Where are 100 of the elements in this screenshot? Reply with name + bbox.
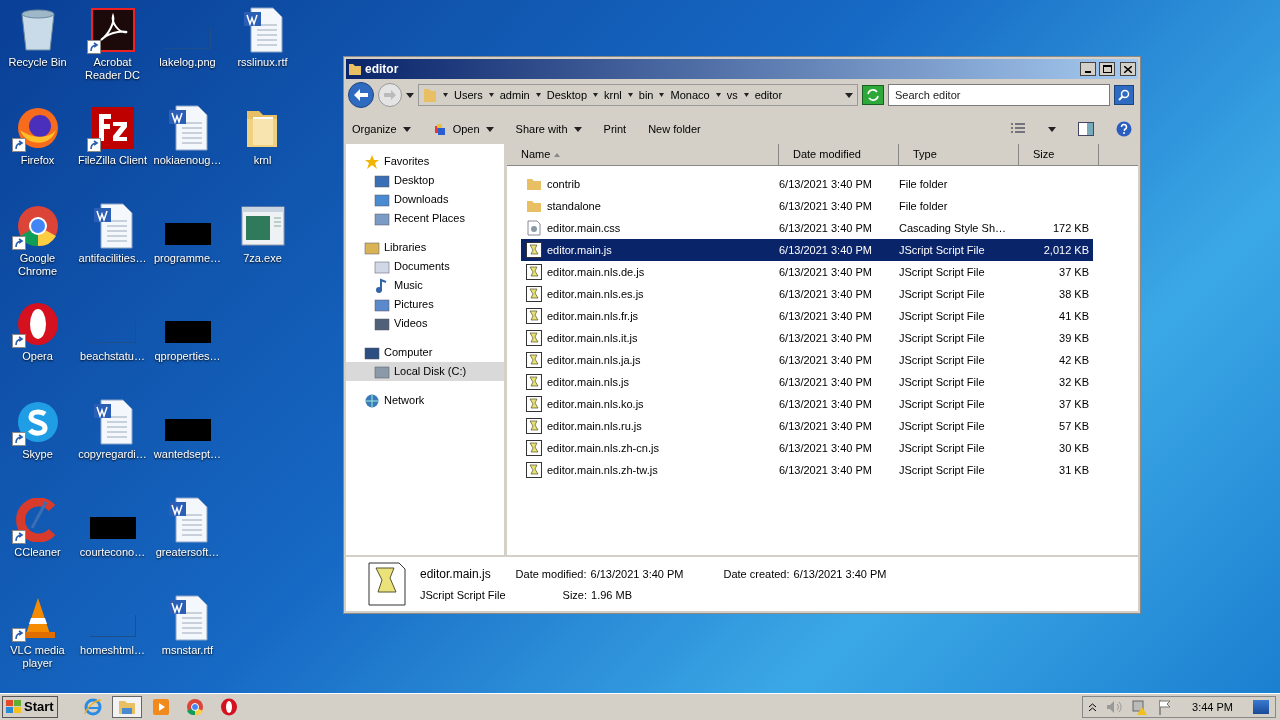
back-button[interactable]	[348, 82, 374, 108]
file-row[interactable]: editor.main.js 6/13/2021 3:40 PM JScript Script File 2,012 KB	[521, 239, 1093, 261]
breadcrumb-segment[interactable]: Desktop	[546, 86, 588, 104]
file-row[interactable]: editor.main.nls.de.js 6/13/2021 3:40 PM JScript Script File 37 KB	[521, 261, 1093, 283]
nav-item[interactable]: Desktop	[346, 171, 504, 190]
file-row[interactable]: editor.main.nls.zh-cn.js 6/13/2021 3:40 PM JScript Script File 30 KB	[521, 437, 1093, 459]
maximize-button[interactable]	[1099, 62, 1115, 76]
filezilla-logo-icon	[90, 106, 135, 150]
shortcut-arrow-icon	[11, 236, 26, 250]
maximize-icon	[1102, 65, 1112, 73]
file-row[interactable]: editor.main.nls.es.js 6/13/2021 3:40 PM JScript Script File 38 KB	[521, 283, 1093, 305]
nav-item[interactable]: Videos	[346, 314, 504, 333]
help-icon[interactable]	[1116, 121, 1132, 137]
nav-item[interactable]: Recent Places	[346, 209, 504, 228]
toolbar-button[interactable]: Open	[432, 120, 494, 138]
thumbnail-frame	[89, 615, 136, 637]
file-row[interactable]: standalone 6/13/2021 3:40 PM File folder	[521, 195, 1093, 217]
chevron-icon	[535, 93, 541, 97]
clock[interactable]: 3:44 PM	[1182, 698, 1243, 716]
breadcrumb-segment[interactable]: Users	[454, 86, 483, 104]
search-icon	[1118, 89, 1130, 101]
file-date: 6/13/2021 3:40 PM	[779, 330, 873, 346]
minimize-button[interactable]	[1080, 62, 1096, 76]
file-date: 6/13/2021 3:40 PM	[779, 308, 873, 324]
column-header[interactable]: Name	[507, 144, 779, 166]
nav-item[interactable]: Computer	[346, 343, 504, 362]
script-scroll-icon	[526, 286, 542, 302]
file-row[interactable]: editor.main.nls.ru.js 6/13/2021 3:40 PM JScript Script File 57 KB	[521, 415, 1093, 437]
toolbar-button[interactable]: New folder	[648, 120, 701, 138]
breadcrumb-segment[interactable]: krnl	[604, 86, 622, 104]
file-row[interactable]: editor.main.nls.zh-tw.js 6/13/2021 3:40 PM JScript Script File 31 KB	[521, 459, 1093, 481]
flag-icon[interactable]	[1158, 699, 1173, 715]
redacted-thumbnail	[164, 223, 211, 245]
thumbnail-frame	[164, 27, 211, 49]
column-header[interactable]: Type	[899, 144, 1019, 166]
opera-logo-icon[interactable]	[219, 698, 238, 716]
nav-item[interactable]: Favorites	[346, 152, 504, 171]
nav-item[interactable]: Libraries	[346, 238, 504, 257]
word-document-icon	[167, 595, 208, 641]
chrome-logo-icon[interactable]	[185, 698, 204, 716]
caret-icon	[573, 126, 582, 132]
nav-item[interactable]: Music	[346, 276, 504, 295]
open-with-icon	[432, 123, 447, 135]
application-window-icon	[240, 206, 285, 246]
caret-icon	[485, 126, 494, 132]
detail-value: 1.96 MB	[591, 587, 632, 603]
column-header[interactable]: Date modified	[779, 144, 899, 166]
file-name: contrib	[547, 176, 581, 192]
file-size: 2,012 KB	[1042, 242, 1089, 258]
start-button[interactable]: Start	[2, 696, 58, 718]
file-date: 6/13/2021 3:40 PM	[779, 220, 873, 236]
view-caret-icon	[1048, 126, 1056, 132]
close-button[interactable]	[1120, 62, 1136, 76]
nav-item[interactable]: Local Disk (C:)	[346, 362, 504, 381]
firefox-icon	[15, 106, 60, 150]
nav-item[interactable]: Network	[346, 391, 504, 410]
taskbar-button[interactable]	[111, 696, 142, 718]
detail-label: Date modified:	[515, 566, 587, 582]
file-row[interactable]: editor.main.nls.fr.js 6/13/2021 3:40 PM JScript Script File 41 KB	[521, 305, 1093, 327]
breadcrumb-segment[interactable]: vs	[726, 86, 738, 104]
chevron-up-icon[interactable]	[1089, 703, 1097, 711]
preview-pane-icon[interactable]	[1078, 122, 1094, 136]
file-row[interactable]: editor.main.nls.it.js 6/13/2021 3:40 PM JScript Script File 39 KB	[521, 327, 1093, 349]
nav-item[interactable]: Downloads	[346, 190, 504, 209]
view-options-icon[interactable]	[1010, 122, 1026, 136]
refresh-button[interactable]	[862, 85, 884, 105]
desktop-icon-label: courteconо…	[78, 546, 147, 559]
address-bar[interactable]: Users admin Desktop krnl bin Monaco vs editor	[418, 84, 858, 106]
windows-logo-icon	[6, 699, 22, 715]
search-field[interactable]: Search editor	[888, 84, 1110, 106]
file-row[interactable]: editor.main.nls.ja.js 6/13/2021 3:40 PM JScript Script File 42 KB	[521, 349, 1093, 371]
file-row[interactable]: editor.main.nls.js 6/13/2021 3:40 PM JScript Script File 32 KB	[521, 371, 1093, 393]
search-button[interactable]	[1114, 85, 1134, 105]
word-document-icon	[167, 497, 208, 543]
file-size: 172 KB	[1051, 220, 1089, 236]
script-scroll-icon	[526, 440, 542, 456]
file-row[interactable]: editor.main.nls.ko.js 6/13/2021 3:40 PM JScript Script File 37 KB	[521, 393, 1093, 415]
breadcrumb-segment[interactable]: editor	[754, 86, 783, 104]
file-row[interactable]: contrib 6/13/2021 3:40 PM File folder	[521, 173, 1093, 195]
breadcrumb-segment[interactable]: Monaco	[670, 86, 710, 104]
file-row[interactable]: editor.main.css 6/13/2021 3:40 PM Cascading Style Sh… 172 KB	[521, 217, 1093, 239]
history-caret-icon	[406, 92, 414, 98]
toolbar-button[interactable]: Organize	[352, 120, 411, 138]
nav-item[interactable]: Pictures	[346, 295, 504, 314]
caret-icon	[402, 126, 411, 132]
toolbar-button[interactable]: Share with	[515, 120, 582, 138]
star-icon	[364, 153, 380, 170]
breadcrumb-segment[interactable]: bin	[638, 86, 654, 104]
breadcrumb-segment[interactable]: admin	[499, 86, 530, 104]
nav-item[interactable]: Documents	[346, 257, 504, 276]
script-scroll-icon	[526, 462, 542, 478]
column-header[interactable]: Size	[1019, 144, 1099, 166]
desktop-icon[interactable]	[88, 104, 137, 152]
file-type: JScript Script File	[899, 440, 986, 456]
refresh-icon	[866, 89, 880, 101]
shortcut-arrow-icon	[11, 530, 26, 544]
desktop-icon[interactable]	[88, 6, 137, 54]
file-type: JScript Script File	[899, 286, 986, 302]
toolbar-button[interactable]: Print	[603, 120, 627, 138]
redacted-thumbnail	[164, 321, 211, 343]
